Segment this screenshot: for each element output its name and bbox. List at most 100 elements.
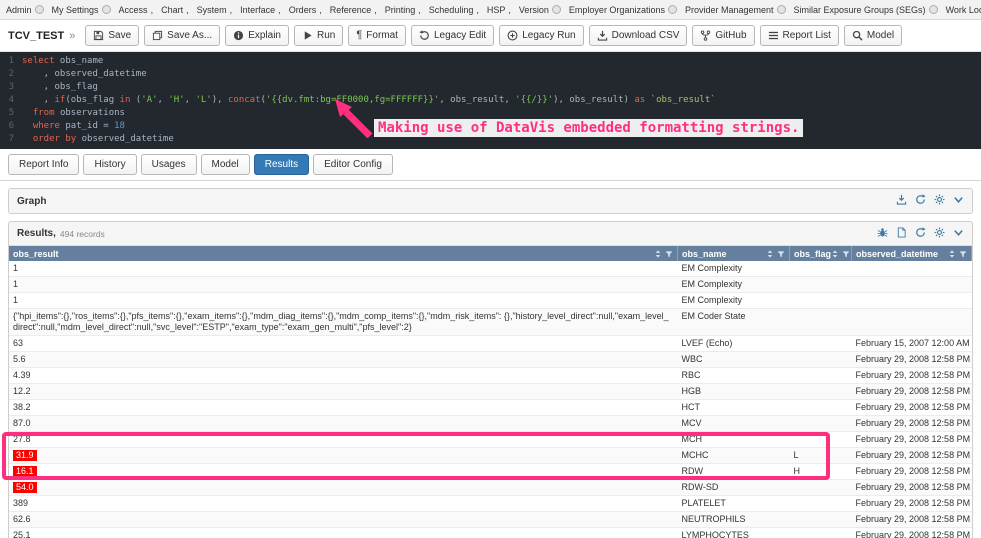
nav-item-work-locations[interactable]: Work Locations bbox=[946, 5, 981, 15]
line-number: 6 bbox=[0, 120, 22, 133]
top-nav: Admin My Settings Access, Chart, System, Inte… bbox=[0, 0, 981, 20]
nav-item-version[interactable]: Version bbox=[519, 5, 561, 15]
filter-icon[interactable] bbox=[777, 250, 785, 258]
filter-icon[interactable] bbox=[959, 250, 967, 258]
legacy-edit-button[interactable]: Legacy Edit bbox=[411, 25, 494, 46]
sort-icon[interactable] bbox=[948, 250, 956, 258]
cell-observed-datetime: February 29, 2008 12:58 PM bbox=[852, 496, 972, 512]
format-button[interactable]: ¶Format bbox=[348, 25, 406, 46]
cell-obs-flag bbox=[790, 336, 852, 352]
sort-icon[interactable] bbox=[831, 250, 839, 258]
chevron-down-icon[interactable] bbox=[953, 227, 964, 238]
gear-icon[interactable] bbox=[934, 194, 945, 205]
table-row[interactable]: 1EM Complexity bbox=[9, 293, 972, 309]
cell-obs-result: 12.2 bbox=[9, 384, 678, 400]
nav-item-label: Orders bbox=[289, 5, 317, 15]
report-list-button[interactable]: Report List bbox=[760, 25, 839, 46]
download-icon bbox=[597, 30, 608, 41]
report-name-chevron[interactable]: » bbox=[69, 30, 75, 42]
gear-icon[interactable] bbox=[934, 227, 945, 238]
tab-results[interactable]: Results bbox=[254, 154, 309, 175]
column-header-obs-flag[interactable]: obs_flag bbox=[790, 246, 852, 261]
line-number: 1 bbox=[0, 55, 22, 68]
table-row[interactable]: 38.2HCTFebruary 29, 2008 12:58 PM bbox=[9, 400, 972, 416]
tab-report-info[interactable]: Report Info bbox=[8, 154, 79, 175]
table-row[interactable]: 12.2HGBFebruary 29, 2008 12:58 PM bbox=[9, 384, 972, 400]
column-header-obs-result[interactable]: obs_result bbox=[9, 246, 678, 261]
save-as-button[interactable]: Save As... bbox=[144, 25, 220, 46]
nav-item-label: My Settings bbox=[52, 5, 99, 15]
explain-button[interactable]: Explain bbox=[225, 25, 289, 46]
table-row[interactable]: 54.0RDW-SDFebruary 29, 2008 12:58 PM bbox=[9, 480, 972, 496]
refresh-icon[interactable] bbox=[915, 194, 926, 205]
nav-item-scheduling[interactable]: Scheduling, bbox=[429, 5, 479, 15]
sql-editor[interactable]: 1select obs_name2 , observed_datetime3 ,… bbox=[0, 52, 981, 149]
nav-item-similar-exposure-groups-segs[interactable]: Similar Exposure Groups (SEGs) bbox=[794, 5, 938, 15]
table-row[interactable]: 31.9MCHCLFebruary 29, 2008 12:58 PM bbox=[9, 448, 972, 464]
tab-history[interactable]: History bbox=[83, 154, 136, 175]
table-row[interactable]: 5.6WBCFebruary 29, 2008 12:58 PM bbox=[9, 352, 972, 368]
nav-item-separator: , bbox=[151, 5, 154, 15]
tab-model[interactable]: Model bbox=[201, 154, 250, 175]
nav-item-label: Printing bbox=[385, 5, 416, 15]
table-row[interactable]: 25.1LYMPHOCYTESFebruary 29, 2008 12:58 P… bbox=[9, 528, 972, 538]
table-row[interactable]: 87.0MCVFebruary 29, 2008 12:58 PM bbox=[9, 416, 972, 432]
table-row[interactable]: 62.6NEUTROPHILSFebruary 29, 2008 12:58 P… bbox=[9, 512, 972, 528]
column-header-obs-name[interactable]: obs_name bbox=[678, 246, 790, 261]
run-button[interactable]: Run bbox=[294, 25, 343, 46]
table-row[interactable]: 16.1RDWHFebruary 29, 2008 12:58 PM bbox=[9, 464, 972, 480]
tab-editor-config[interactable]: Editor Config bbox=[313, 154, 393, 175]
cell-obs-name: PLATELET bbox=[678, 496, 790, 512]
model-button[interactable]: Model bbox=[844, 25, 902, 46]
code-line: 6 where pat_id = 18 bbox=[0, 120, 981, 133]
sort-icon[interactable] bbox=[654, 250, 662, 258]
status-circle-icon bbox=[102, 5, 111, 14]
cell-obs-result: 5.6 bbox=[9, 352, 678, 368]
table-row[interactable]: 1EM Complexity bbox=[9, 261, 972, 277]
cell-obs-name: EM Complexity bbox=[678, 261, 790, 277]
filter-icon[interactable] bbox=[665, 250, 673, 258]
results-panel-header: Results, 494 records bbox=[9, 222, 972, 246]
github-button[interactable]: GitHub bbox=[692, 25, 754, 46]
nav-item-admin[interactable]: Admin bbox=[6, 5, 44, 15]
table-row[interactable]: 63LVEF (Echo)February 15, 2007 12:00 AM bbox=[9, 336, 972, 352]
code-line: 4 , if(obs_flag in ('A', 'H', 'L'), conc… bbox=[0, 94, 981, 107]
legacy-run-button[interactable]: Legacy Run bbox=[499, 25, 583, 46]
table-row[interactable]: 4.39RBCFebruary 29, 2008 12:58 PM bbox=[9, 368, 972, 384]
nav-item-printing[interactable]: Printing, bbox=[385, 5, 421, 15]
nav-item-reference[interactable]: Reference, bbox=[330, 5, 377, 15]
table-row[interactable]: 389PLATELETFebruary 29, 2008 12:58 PM bbox=[9, 496, 972, 512]
column-header-observed-datetime[interactable]: observed_datetime bbox=[852, 246, 972, 261]
code-line: 1select obs_name bbox=[0, 55, 981, 68]
file-icon[interactable] bbox=[896, 227, 907, 238]
bug-icon[interactable] bbox=[877, 227, 888, 238]
nav-item-employer-organizations[interactable]: Employer Organizations bbox=[569, 5, 677, 15]
table-row[interactable]: 27.8MCHFebruary 29, 2008 12:58 PM bbox=[9, 432, 972, 448]
nav-item-chart[interactable]: Chart, bbox=[161, 5, 189, 15]
tab-usages[interactable]: Usages bbox=[141, 154, 197, 175]
cell-obs-name: RDW-SD bbox=[678, 480, 790, 496]
nav-item-my-settings[interactable]: My Settings bbox=[52, 5, 111, 15]
sort-icon[interactable] bbox=[766, 250, 774, 258]
filter-icon[interactable] bbox=[842, 250, 850, 258]
cell-obs-result: 87.0 bbox=[9, 416, 678, 432]
nav-item-system[interactable]: System, bbox=[197, 5, 233, 15]
refresh-icon[interactable] bbox=[915, 227, 926, 238]
chevron-down-icon[interactable] bbox=[953, 194, 964, 205]
cell-obs-result: 1 bbox=[9, 277, 678, 293]
download-icon[interactable] bbox=[896, 194, 907, 205]
table-row[interactable]: 1EM Complexity bbox=[9, 277, 972, 293]
table-row[interactable]: {"hpi_items":{},"ros_items":{},"pfs_item… bbox=[9, 309, 972, 336]
nav-item-interface[interactable]: Interface, bbox=[240, 5, 281, 15]
nav-item-access[interactable]: Access, bbox=[119, 5, 154, 15]
nav-item-provider-management[interactable]: Provider Management bbox=[685, 5, 786, 15]
download-csv-button[interactable]: Download CSV bbox=[589, 25, 688, 46]
nav-item-label: Scheduling bbox=[429, 5, 474, 15]
nav-item-hsp[interactable]: HSP, bbox=[487, 5, 511, 15]
results-table: obs_resultobs_nameobs_flagobserved_datet… bbox=[9, 246, 972, 538]
code-text: , obs_flag bbox=[22, 81, 98, 94]
nav-item-orders[interactable]: Orders, bbox=[289, 5, 322, 15]
nav-item-label: Interface bbox=[240, 5, 275, 15]
save-button[interactable]: Save bbox=[85, 25, 139, 46]
cell-obs-result: 63 bbox=[9, 336, 678, 352]
